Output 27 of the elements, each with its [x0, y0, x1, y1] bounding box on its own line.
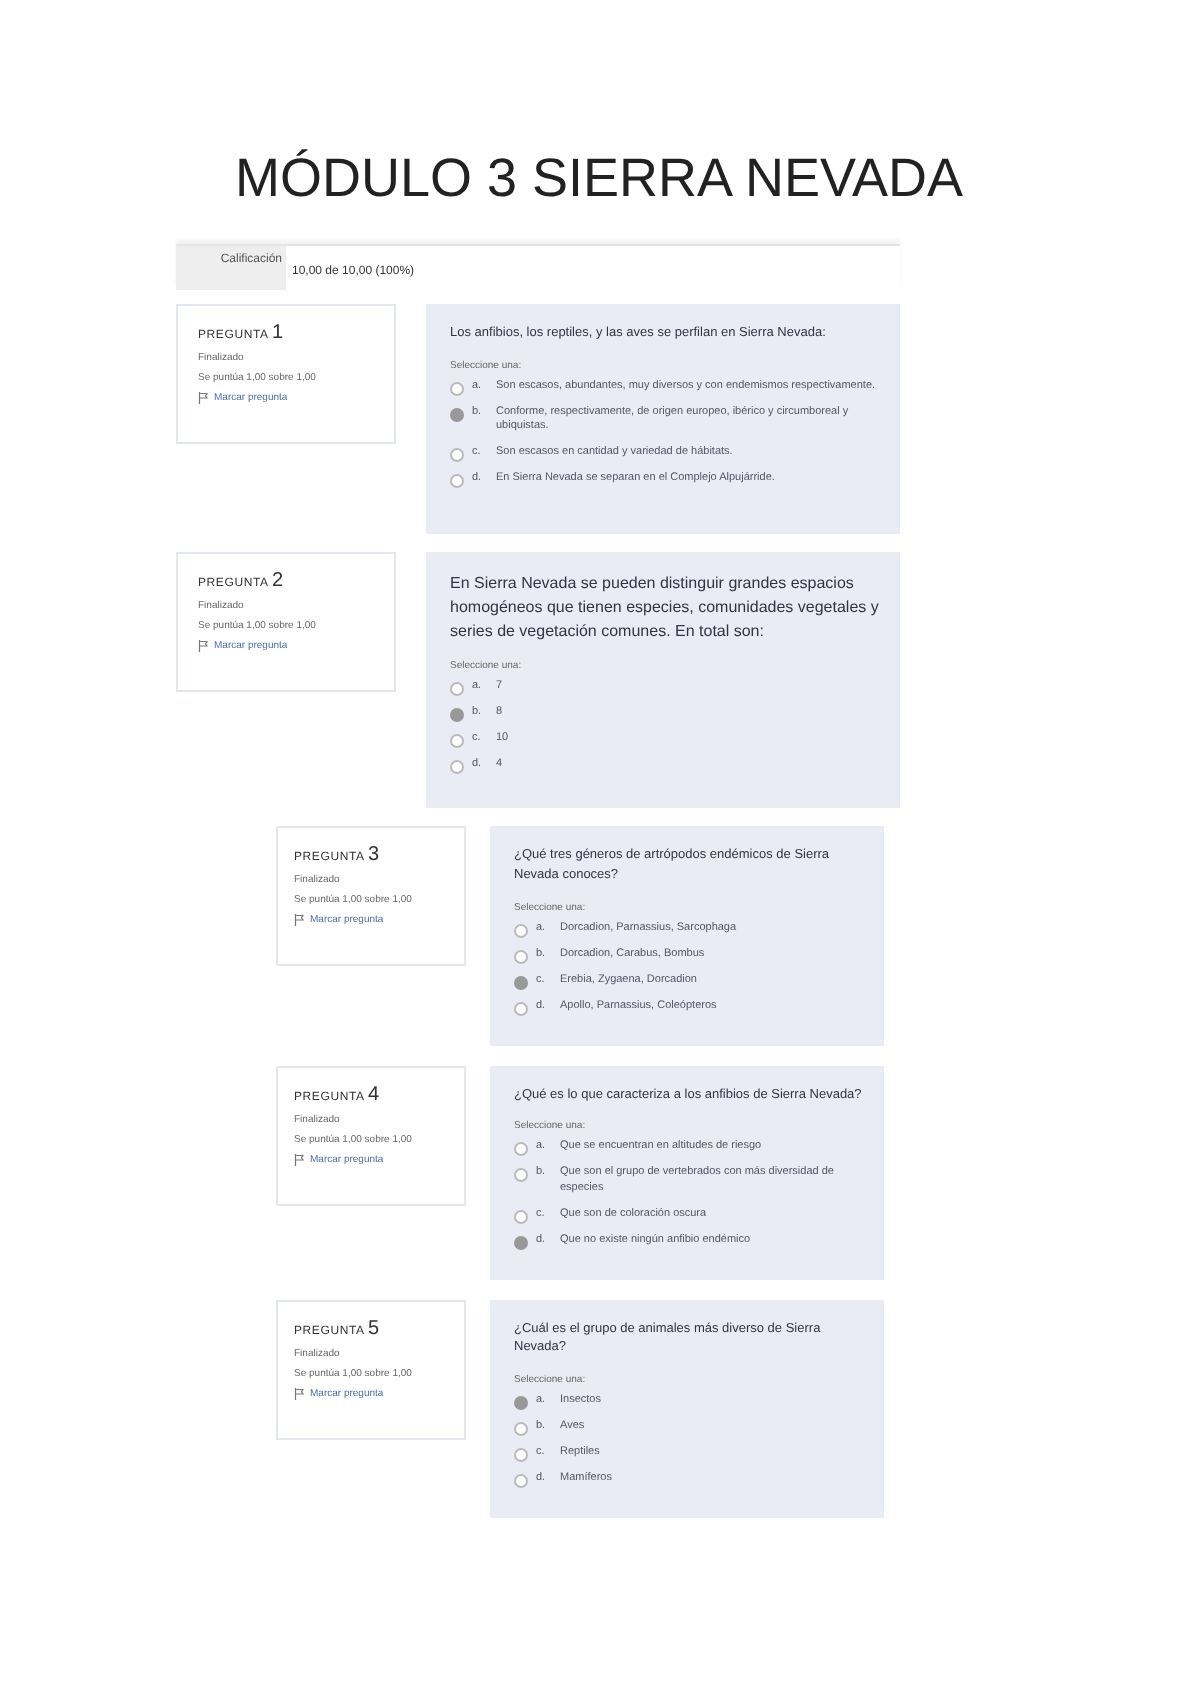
page-title: MÓDULO 3 SIERRA NEVADA: [232, 148, 966, 210]
radio-button[interactable]: [450, 474, 464, 489]
radio-button[interactable]: [450, 760, 464, 774]
question-text: En Sierra Nevada se pueden distinguir grandes espacios homogéneos que tienen especies, comunidades vegetales y series de vegetación comunes. En total son:: [450, 572, 881, 644]
radio-button[interactable]: [514, 1001, 528, 1015]
radio-button[interactable]: [514, 923, 528, 937]
radio-button[interactable]: [450, 682, 464, 696]
flag-icon: [198, 640, 210, 652]
flag-icon: [198, 392, 210, 404]
radio-button[interactable]: [450, 734, 464, 748]
radio-button[interactable]: [514, 1422, 528, 1437]
radio-button[interactable]: [514, 1142, 528, 1157]
flag-icon: [294, 1153, 306, 1165]
radio-button[interactable]: [450, 407, 464, 422]
flag-icon: [294, 914, 306, 926]
radio-button[interactable]: [514, 1396, 528, 1411]
radio-button[interactable]: [450, 708, 464, 722]
radio-button[interactable]: [514, 1474, 528, 1489]
radio-button[interactable]: [514, 1168, 528, 1183]
flag-icon: [294, 1387, 306, 1400]
radio-button[interactable]: [514, 975, 528, 989]
radio-button[interactable]: [514, 1448, 528, 1463]
radio-button[interactable]: [450, 381, 464, 396]
radio-button[interactable]: [514, 949, 528, 963]
radio-button[interactable]: [514, 1209, 528, 1224]
radio-button[interactable]: [450, 448, 464, 463]
radio-button[interactable]: [514, 1235, 528, 1250]
